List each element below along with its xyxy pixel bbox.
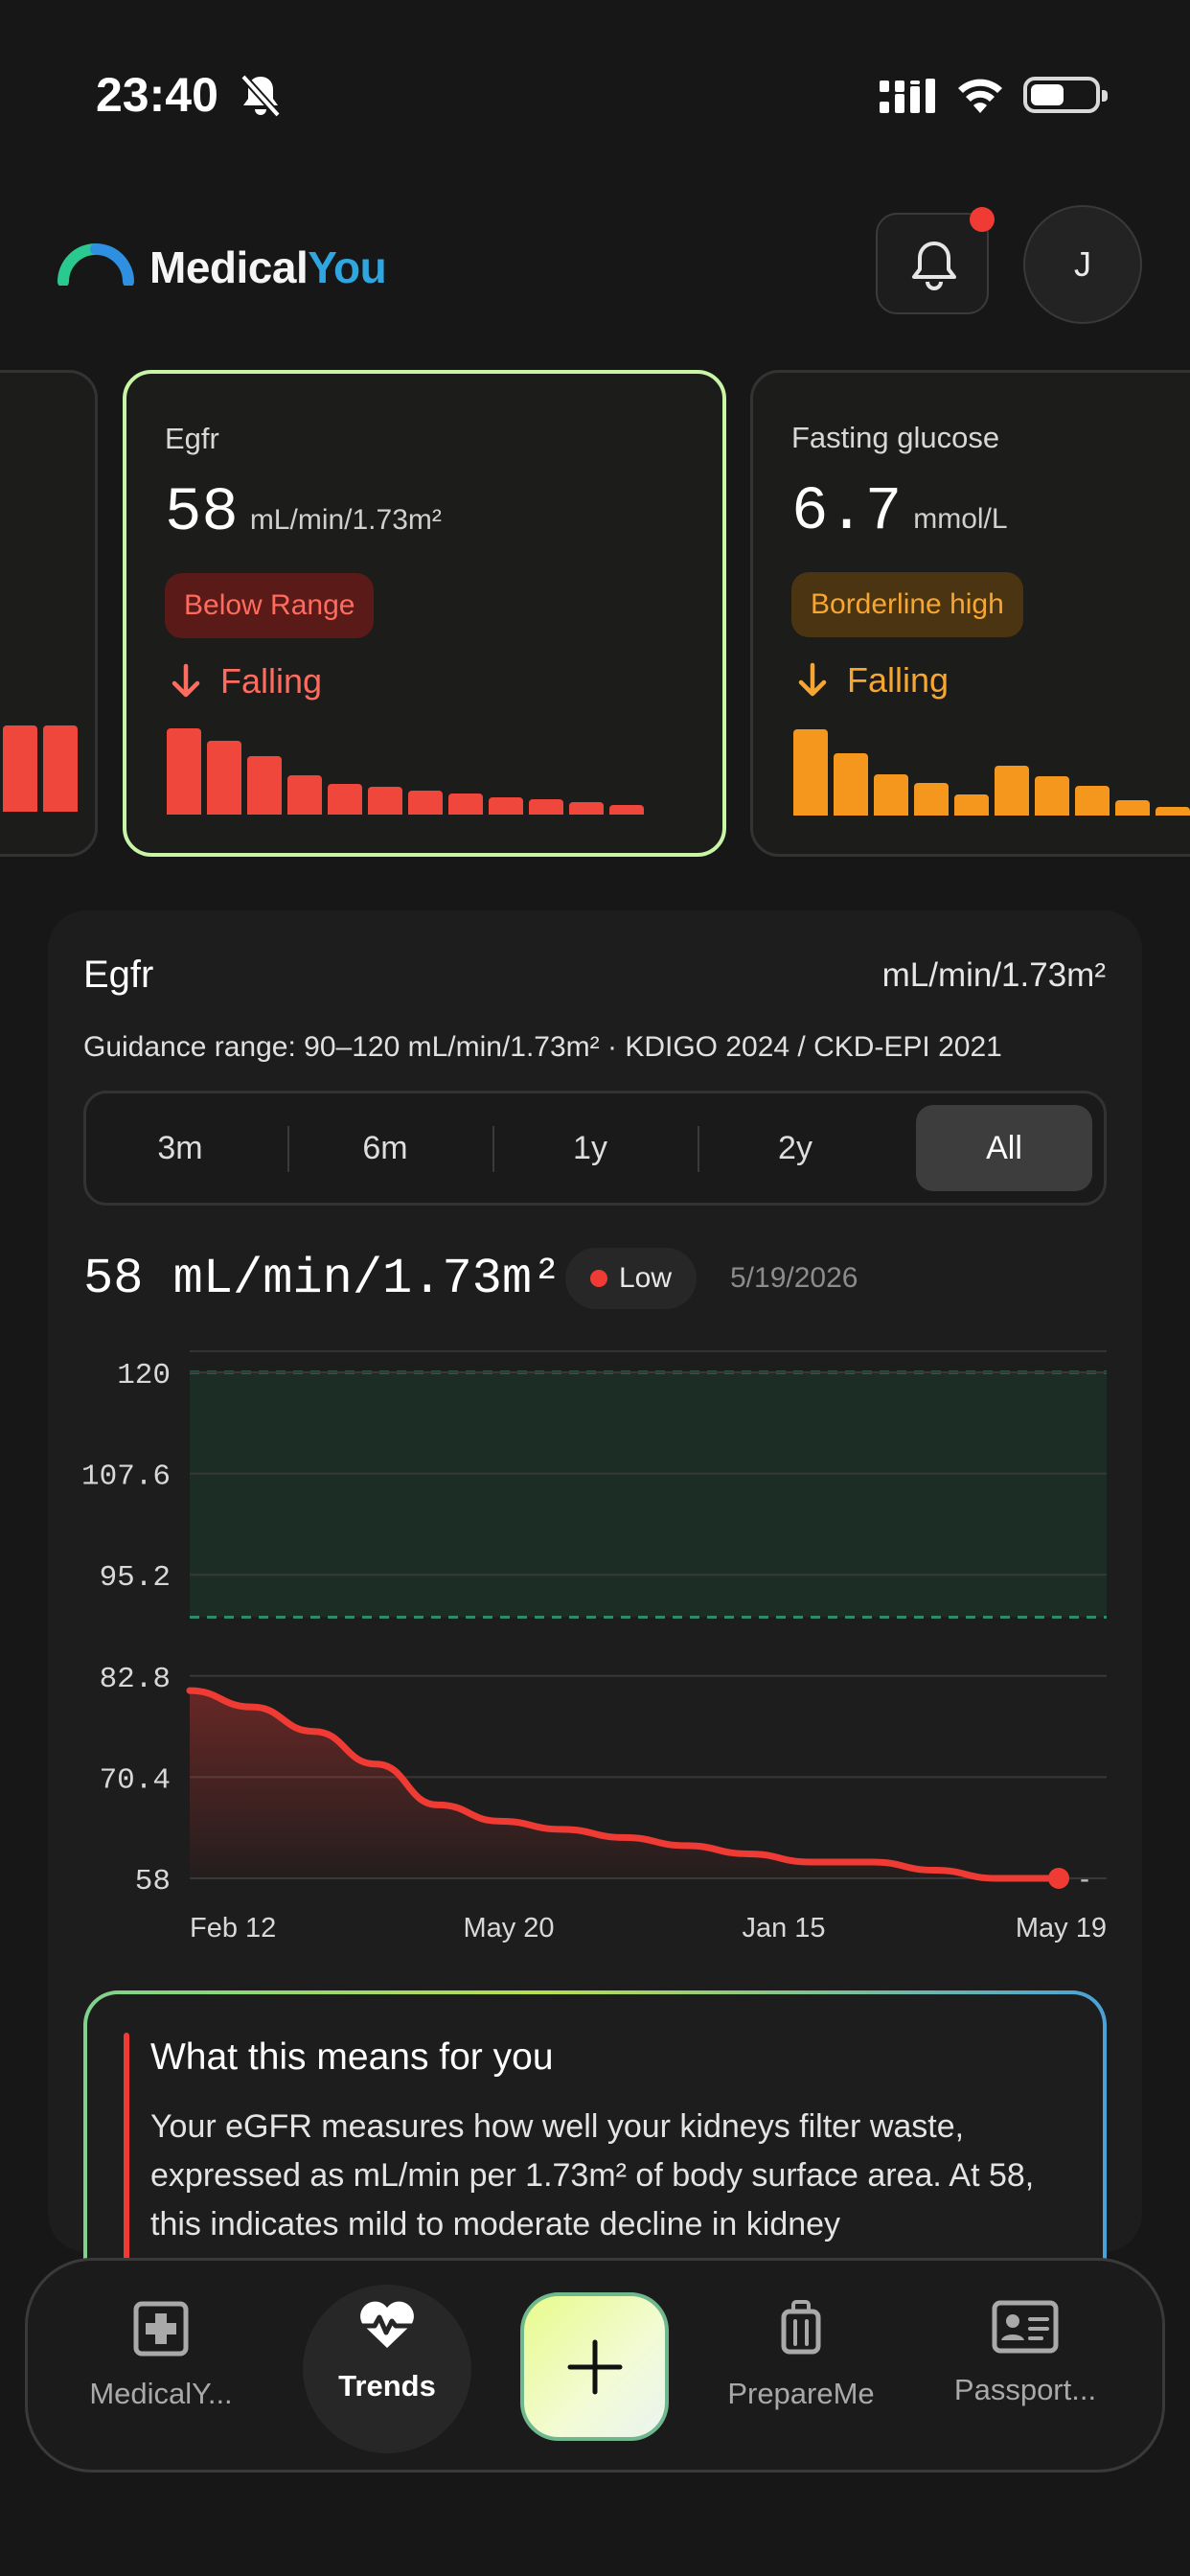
latest-point-label: - bbox=[1080, 1863, 1089, 1895]
x-tick-label: Jan 15 bbox=[742, 1913, 825, 1944]
x-tick-label: May 20 bbox=[463, 1913, 554, 1944]
egfr-trend-chart: 120 107.6 95.2 82.8 70.4 58 - Feb 12 May 20 Jan 1… bbox=[81, 1350, 1107, 1944]
nav-item-passport[interactable]: Passport... bbox=[929, 2300, 1121, 2407]
heart-pulse-icon bbox=[359, 2301, 415, 2348]
plus-icon bbox=[567, 2339, 622, 2394]
nav-item-prepareme[interactable]: PrepareMe bbox=[705, 2300, 897, 2411]
info-text: Your eGFR measures how well your kidneys… bbox=[150, 2108, 1035, 2242]
y-tick-label: 95.2 bbox=[100, 1561, 171, 1595]
y-tick-label: 107.6 bbox=[81, 1460, 171, 1494]
latest-point bbox=[1048, 1868, 1069, 1889]
x-tick-label: May 19 bbox=[1016, 1913, 1107, 1944]
luggage-icon bbox=[781, 2300, 821, 2355]
info-title: What this means for you bbox=[150, 2036, 554, 2078]
nav-item-trends[interactable]: Trends bbox=[291, 2300, 483, 2404]
nav-item-medicalyou[interactable]: MedicalY... bbox=[65, 2300, 257, 2411]
guidance-band bbox=[190, 1372, 1107, 1618]
y-tick-label: 70.4 bbox=[100, 1763, 171, 1797]
x-tick-label: Feb 12 bbox=[190, 1913, 276, 1944]
series-area bbox=[190, 1690, 1059, 1878]
id-card-icon bbox=[992, 2300, 1059, 2354]
y-tick-label: 82.8 bbox=[100, 1663, 171, 1696]
y-tick-label: 58 bbox=[135, 1865, 171, 1898]
y-tick-label: 120 bbox=[117, 1359, 171, 1392]
add-entry-button[interactable] bbox=[520, 2292, 669, 2441]
medical-cross-icon bbox=[133, 2301, 189, 2357]
